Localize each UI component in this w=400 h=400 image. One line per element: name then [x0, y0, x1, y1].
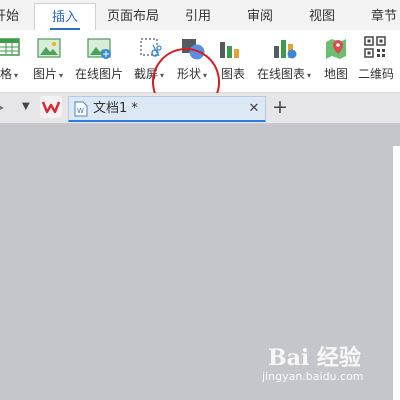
picture-dropdown-caret[interactable]: ▾: [59, 71, 63, 80]
online-chart-button[interactable]: 在线图表 ▾: [252, 30, 316, 92]
insert-ribbon: 格 ▾ 图片 ▾ 在线图片 截屏 ▾ 形状 ▾ 图表 在线图表 ▾ 地图 二维码: [0, 30, 400, 121]
qr-code-button[interactable]: 二维码: [354, 30, 398, 92]
tab-references[interactable]: 引用: [178, 3, 218, 30]
tab-list-dropdown-icon[interactable]: ▼: [22, 99, 36, 115]
tab-page-layout[interactable]: 页面布局: [100, 3, 166, 30]
picture-icon: [37, 36, 61, 64]
chart-icon: [218, 36, 242, 64]
document-tab-strip: ▸ ▼ W 文档1 * ✕ +: [0, 93, 400, 124]
screenshot-button[interactable]: 截屏 ▾: [128, 30, 170, 92]
wps-logo-icon[interactable]: [40, 96, 62, 118]
table-dropdown-caret[interactable]: ▾: [14, 71, 18, 80]
online-picture-icon: [87, 36, 113, 64]
svg-text:W: W: [77, 107, 84, 115]
qr-code-button-label: 二维码: [357, 67, 394, 81]
tab-insert-label: 插入: [51, 10, 78, 25]
online-chart-button-label: 在线图表: [256, 67, 305, 81]
map-button[interactable]: 地图: [318, 30, 354, 92]
wps-writer-window: 开始 插入 页面布局 引用 审阅 视图 章节: [0, 0, 400, 400]
document-page-edge[interactable]: [393, 146, 400, 400]
shapes-icon: [180, 36, 206, 66]
map-button-label: 地图: [323, 67, 348, 81]
tab-list-chevron-icon[interactable]: ▸: [0, 98, 6, 116]
qr-code-icon: [364, 36, 386, 62]
map-icon: [324, 36, 348, 64]
screenshot-dropdown-caret[interactable]: ▾: [160, 71, 164, 80]
online-chart-dropdown-caret[interactable]: ▾: [307, 71, 311, 80]
document-workspace: [0, 124, 400, 400]
table-icon: [0, 36, 20, 62]
online-picture-button-label: 在线图片: [74, 67, 123, 81]
shapes-dropdown-caret[interactable]: ▾: [203, 71, 207, 80]
chart-button-label: 图表: [220, 67, 245, 81]
shapes-button-label: 形状: [176, 67, 201, 81]
table-button[interactable]: 格 ▾: [0, 30, 20, 92]
shapes-button[interactable]: 形状 ▾: [170, 30, 214, 92]
table-button-label: 格: [0, 67, 13, 81]
new-tab-plus-icon[interactable]: +: [272, 95, 288, 119]
document-tab[interactable]: W 文档1 * ✕: [68, 96, 266, 122]
screenshot-icon: [138, 36, 162, 64]
close-tab-icon[interactable]: ✕: [247, 100, 261, 118]
tab-chapter[interactable]: 章节: [364, 3, 400, 30]
writer-document-icon: W: [74, 101, 88, 117]
screenshot-button-label: 截屏: [133, 67, 158, 81]
chart-button[interactable]: 图表: [214, 30, 252, 92]
document-tab-title: 文档1 *: [93, 101, 138, 116]
online-chart-icon: [272, 36, 298, 64]
online-picture-button[interactable]: 在线图片: [70, 30, 128, 92]
tab-view[interactable]: 视图: [302, 3, 342, 30]
menu-tab-bar: 开始 插入 页面布局 引用 审阅 视图 章节: [0, 0, 400, 31]
picture-button[interactable]: 图片 ▾: [26, 30, 70, 92]
tab-insert[interactable]: 插入: [34, 3, 96, 30]
tab-review[interactable]: 审阅: [240, 3, 280, 30]
picture-button-label: 图片: [32, 67, 57, 81]
tab-home[interactable]: 开始: [0, 3, 22, 30]
